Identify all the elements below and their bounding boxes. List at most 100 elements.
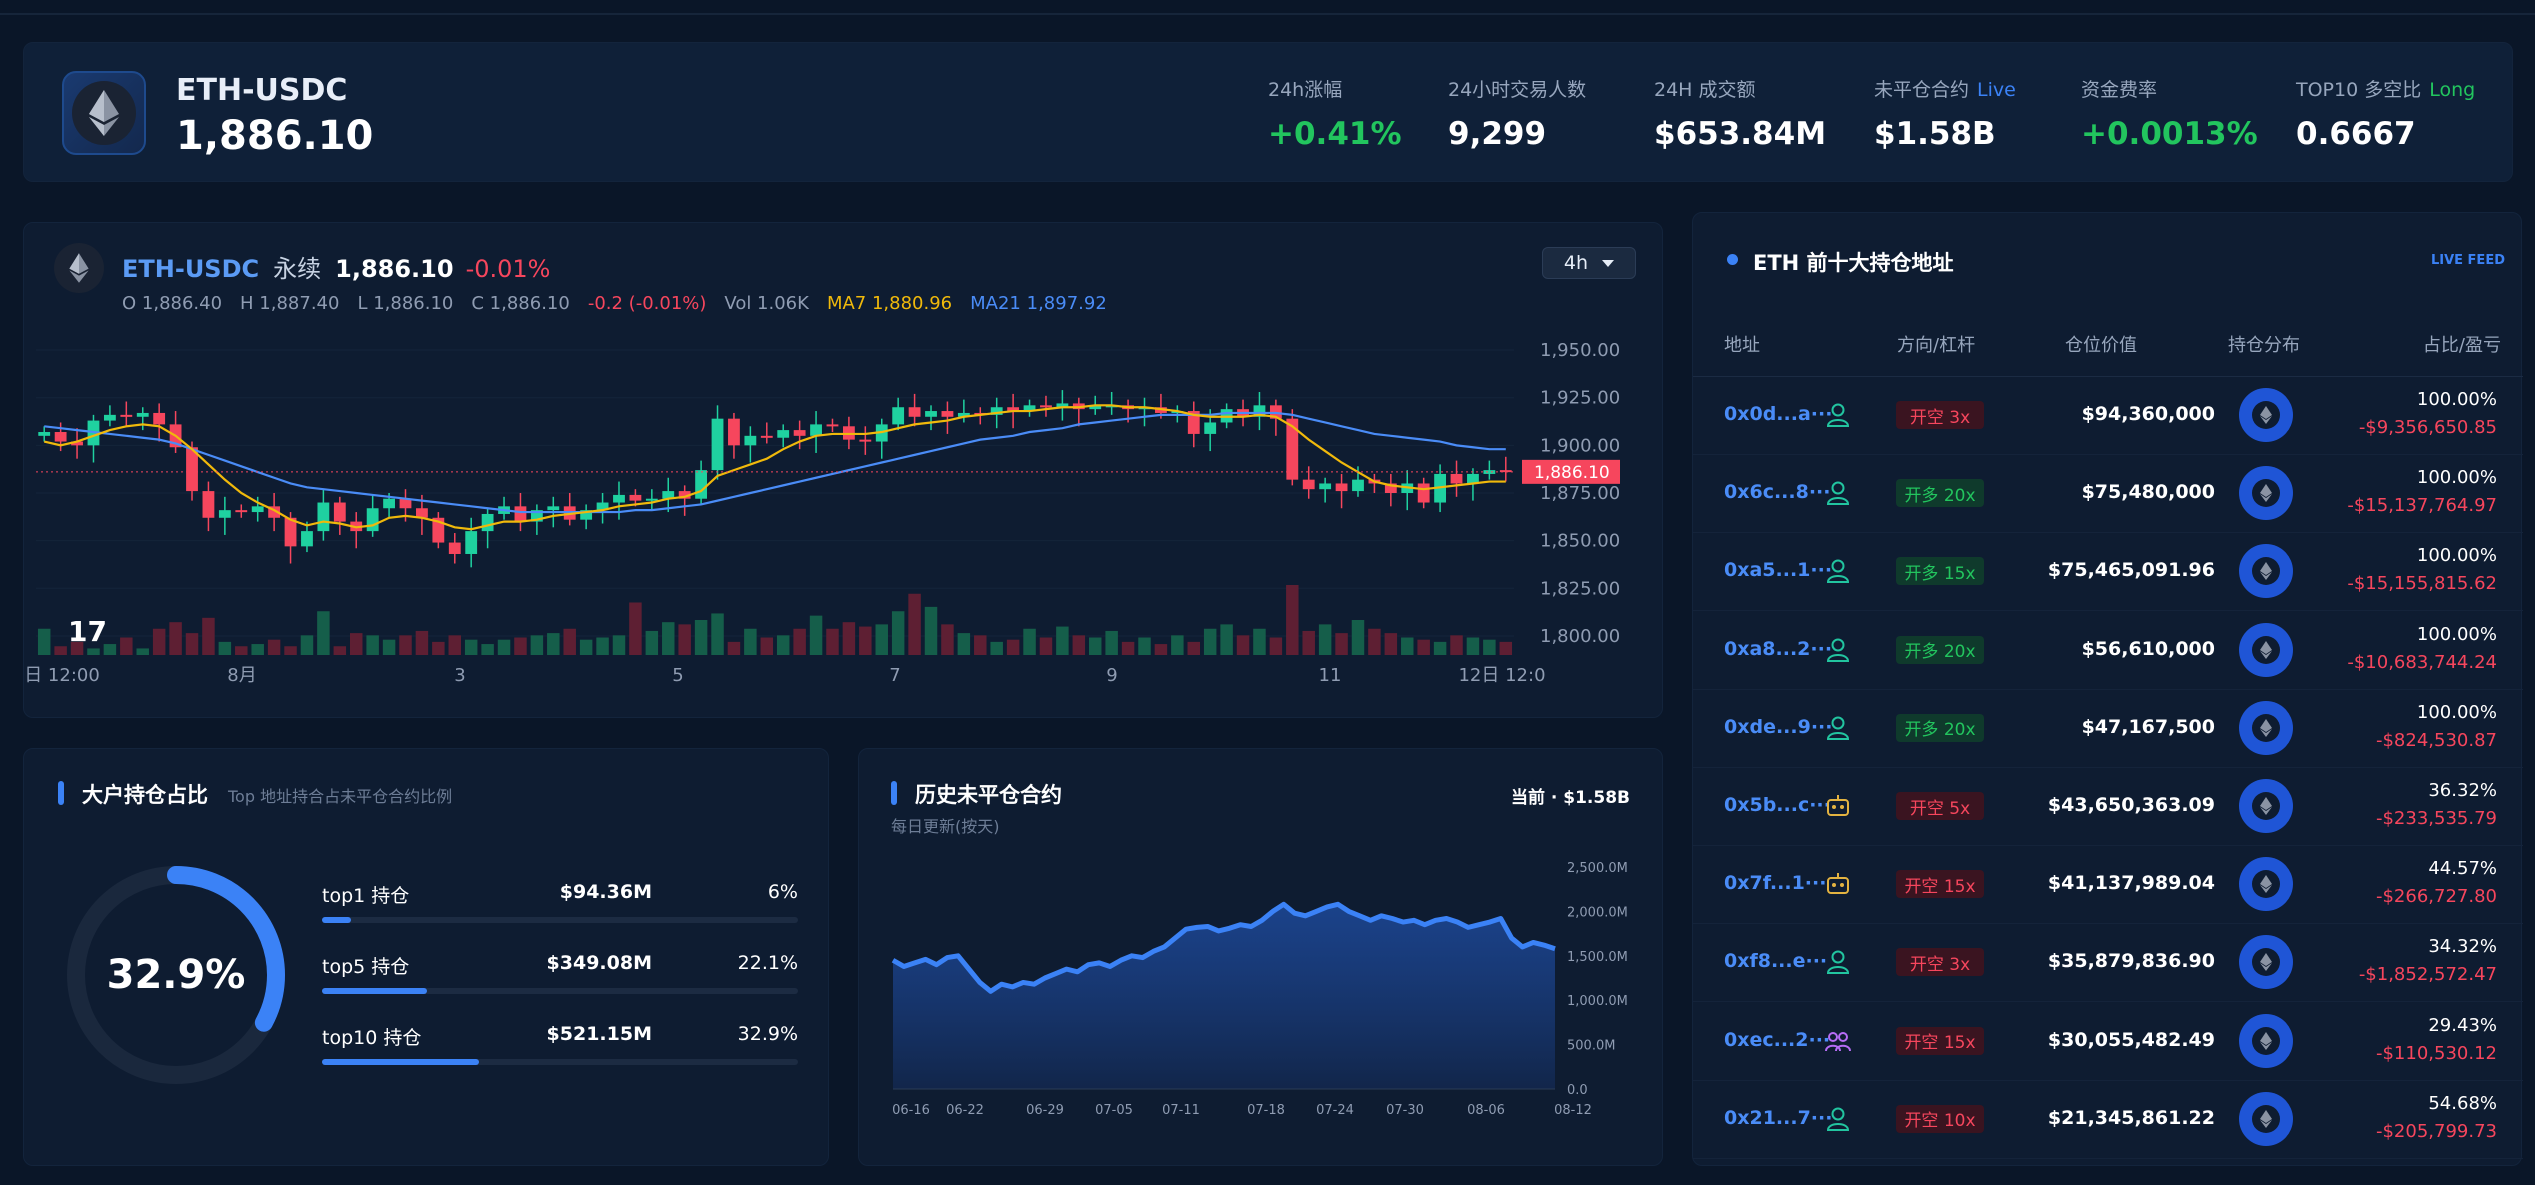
table-row[interactable]: 0x7f...1··· 开空 15x $41,137,989.04 44.57% -$2… [1693, 846, 2523, 925]
holding-ratio: 34.32% [2428, 936, 2497, 958]
ohlc-legend: O 1,886.40 H 1,887.40 L 1,886.10 C 1,886.10… [122, 293, 1125, 314]
stat-value: $1.58B [1874, 116, 1996, 152]
distribution-pie-icon [2239, 700, 2293, 755]
distribution-pie-icon [2239, 544, 2293, 599]
direction-badge: 开多 20x [1896, 713, 1984, 742]
volume-bar [37, 628, 51, 655]
timeframe-select[interactable]: 4h [1542, 247, 1636, 279]
table-row[interactable]: 0xa8...2··· 开多 20x $56,610,000 100.00% -$10,… [1693, 612, 2523, 690]
candle-body [941, 411, 954, 417]
oi-area-chart[interactable]: 2,500.0M 2,000.0M 1,500.0M 1,000.0M 500.0M 0.… [859, 749, 1664, 1167]
y-tick-label: 1,800.00 [1540, 626, 1620, 647]
holding-ratio: 44.57% [2428, 858, 2497, 880]
ohlc-open: O 1,886.40 [122, 293, 223, 314]
holder-share-pct: 22.1% [737, 952, 798, 974]
candle-body [366, 508, 379, 532]
volume-bar [185, 633, 199, 655]
oi-history-title: 历史未平仓合约 [915, 783, 1062, 807]
user-icon [1824, 948, 1852, 976]
volume-bar [1466, 637, 1480, 655]
holders-share-subtitle: Top 地址持合占未平仓合约比例 [228, 787, 453, 806]
col-direction: 方向/杠杆 [1897, 335, 1976, 356]
stat-value: 0.6667 [2296, 116, 2416, 152]
user-icon [1824, 636, 1852, 664]
holder-address-link[interactable]: 0x5b...c··· [1724, 794, 1831, 816]
volume-bar [382, 639, 396, 655]
table-row[interactable]: 0xf8...e··· 开空 3x $35,879,836.90 34.32% -$1,… [1693, 924, 2523, 1003]
holder-address-link[interactable]: 0xf8...e··· [1724, 950, 1827, 972]
volume-bar [744, 628, 757, 655]
pair-price: 1,886.10 [176, 113, 374, 159]
table-row[interactable]: 0xec...2··· 开空 15x $30,055,482.49 29.43% -$1… [1693, 1003, 2523, 1081]
x-tick-label: 9 [1106, 665, 1117, 686]
candle-body [810, 424, 822, 436]
table-row[interactable]: 0x5b...c··· 开空 5x $43,650,363.09 36.32% -$23… [1693, 768, 2523, 846]
volume-bar [432, 641, 445, 655]
table-row[interactable]: 0x0d...a··· 开空 3x $94,360,000 100.00% -$9,35… [1693, 377, 2523, 455]
volume-bar [1187, 641, 1201, 655]
x-tick-label: 07-30 [1386, 1103, 1424, 1118]
volume-bar [1269, 637, 1283, 655]
candle-body [1352, 479, 1364, 492]
candle-body [645, 498, 658, 501]
volume-bar [1088, 637, 1102, 655]
holder-address-link[interactable]: 0xa5...1··· [1724, 559, 1832, 581]
volume-bar [300, 635, 314, 655]
table-row[interactable]: 0xde...9··· 开多 20x $47,167,500 100.00% -$824… [1693, 690, 2523, 768]
holder-address-link[interactable]: 0x6c...8··· [1724, 481, 1831, 503]
holder-address-link[interactable]: 0x7f...1··· [1724, 872, 1826, 894]
unrealized-pnl: -$9,356,650.85 [2358, 417, 2497, 438]
position-value: $56,610,000 [2081, 637, 2215, 660]
table-row[interactable]: 0x21...7··· 开空 10x $21,345,861.22 54.68% -$2… [1693, 1081, 2523, 1159]
ethereum-icon [89, 90, 119, 136]
volume-bar [317, 611, 330, 655]
live-feed-badge: LIVE FEED [2430, 253, 2505, 268]
candle-body [1319, 483, 1332, 490]
col-ratio-pnl: 占比/盈亏 [2422, 335, 2501, 356]
candle-body [120, 414, 133, 417]
volume-bar [464, 639, 478, 655]
candle-body [1450, 473, 1463, 484]
holder-share-amount: $349.08M [546, 952, 652, 974]
volume-bar [941, 624, 954, 655]
candle-body [54, 432, 67, 442]
holder-address-link[interactable]: 0x21...7··· [1724, 1107, 1832, 1129]
table-row[interactable]: 0x6c...8··· 开多 20x $75,480,000 100.00% -$15,… [1693, 455, 2523, 534]
section-accent [891, 781, 897, 805]
volume-bar [54, 646, 67, 655]
donut-center-value: 32.9% [106, 952, 246, 998]
direction-badge: 开空 3x [1896, 948, 1984, 977]
candle-body [103, 414, 116, 421]
volume-bar [152, 628, 166, 655]
volume-bar [1286, 585, 1299, 655]
holder-address-link[interactable]: 0xec...2··· [1724, 1029, 1830, 1051]
holder-address-link[interactable]: 0xde...9··· [1724, 716, 1833, 738]
table-row[interactable]: 0xa5...1··· 开多 15x $75,465,091.96 100.00% -$… [1693, 533, 2523, 612]
candle-body [218, 510, 231, 518]
candle-body [465, 531, 478, 554]
stat-value: +0.0013% [2081, 116, 2258, 152]
progress-fill [322, 1059, 479, 1065]
tradingview-logo-icon: 17 [68, 615, 107, 648]
holder-address-link[interactable]: 0xa8...2··· [1724, 638, 1832, 660]
holding-ratio: 100.00% [2416, 701, 2497, 723]
holder-address-link[interactable]: 0x0d...a··· [1724, 403, 1832, 425]
stat-5: TOP10 多空比 Long 0.6667 [2296, 75, 2475, 152]
holder-share-amount: $521.15M [546, 1023, 652, 1045]
volume-bar [1171, 635, 1184, 655]
candle-body [301, 531, 313, 547]
chart-change: -0.01% [465, 255, 551, 283]
volume-bar [1056, 626, 1069, 655]
volume-bar [497, 639, 511, 655]
volume-bar [629, 602, 642, 655]
stat-0: 24h涨幅 +0.41% [1268, 75, 1402, 152]
candle-body [1483, 470, 1496, 474]
volume-bar [481, 644, 494, 655]
stat-4: 资金费率 +0.0013% [2081, 75, 2258, 152]
candle-body [826, 424, 839, 427]
unrealized-pnl: -$1,852,572.47 [2358, 964, 2497, 986]
candle-body [925, 411, 937, 417]
distribution-pie-icon [2239, 1013, 2293, 1068]
oi-history-panel: 2,500.0M 2,000.0M 1,500.0M 1,000.0M 500.0M 0.… [858, 748, 1663, 1166]
ohlc-close: C 1,886.10 [471, 293, 570, 314]
